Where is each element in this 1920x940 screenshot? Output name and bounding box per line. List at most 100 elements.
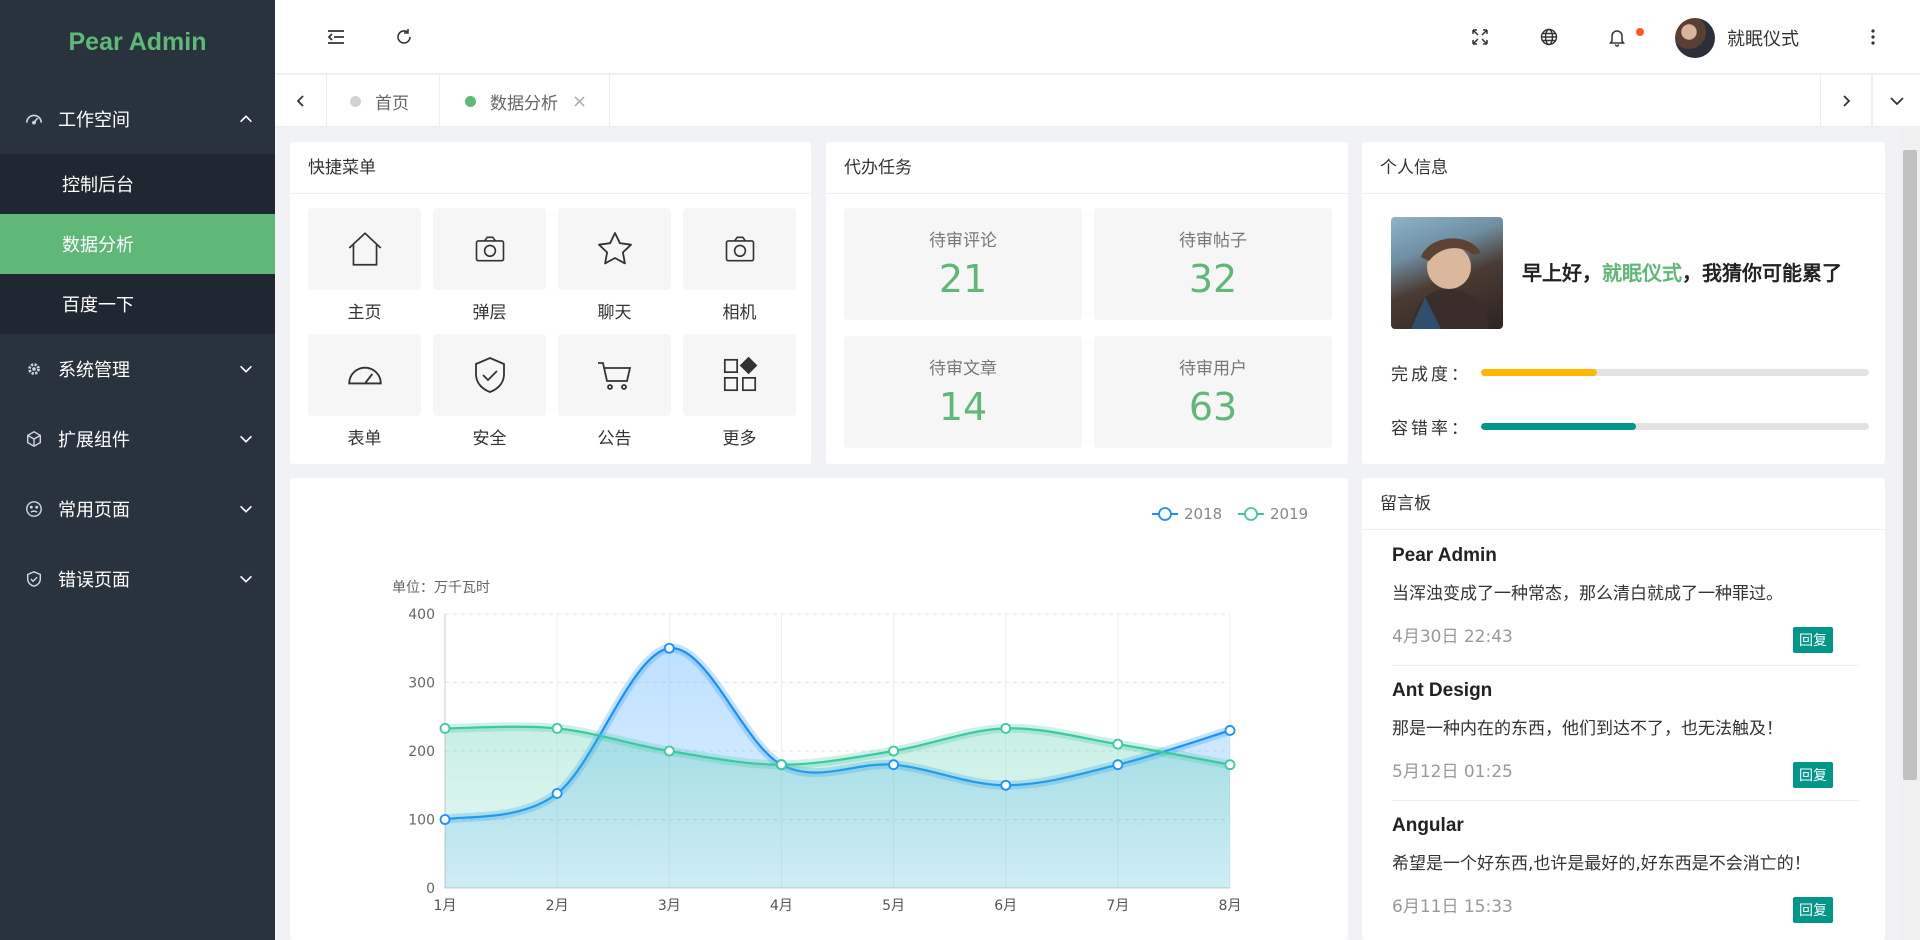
user-menu[interactable]: 就眠仪式 — [1675, 18, 1799, 58]
more-vertical-icon[interactable] — [1860, 24, 1886, 50]
message-date: 5月12日 01:25 — [1392, 762, 1513, 782]
quick-item-home[interactable]: 主页 — [308, 208, 421, 323]
greeting-prefix: 早上好， — [1522, 261, 1602, 285]
data-point-2019 — [663, 745, 675, 757]
quick-item-security[interactable]: 安全 — [433, 334, 546, 449]
card-title: 快捷菜单 — [290, 142, 811, 194]
quick-item-label: 相机 — [722, 303, 757, 323]
refresh-icon[interactable] — [391, 24, 417, 50]
menu-group-label: 系统管理 — [58, 360, 130, 381]
line-chart: 0 100 200 300 400 1月 2月 3月 4月 5月 6月 7月 8月 单位：万千瓦时 2018… — [392, 505, 1308, 914]
chevron-left-icon — [296, 95, 304, 107]
data-point-2018 — [439, 814, 451, 825]
task-item-pending-users[interactable]: 待审用户 63 — [1094, 336, 1332, 448]
task-count: 63 — [1188, 385, 1238, 429]
fullscreen-icon[interactable] — [1467, 24, 1493, 50]
reply-button[interactable]: 回复 — [1793, 897, 1833, 923]
collapse-menu-icon[interactable] — [323, 24, 349, 50]
menu-group-error-pages[interactable]: 错误页面 — [0, 544, 275, 614]
greeting-text: 早上好，就眠仪式，我猜你可能累了 — [1522, 257, 1842, 286]
quick-item-layer[interactable]: 弹层 — [433, 208, 546, 323]
tab-status-dot — [465, 95, 476, 107]
data-point-2019 — [776, 759, 787, 771]
tab-options-dropdown[interactable] — [1872, 75, 1920, 127]
card-title: 代办任务 — [826, 142, 1348, 194]
menu-group-extensions[interactable]: 扩展组件 — [0, 404, 275, 474]
y-tick-label: 200 — [408, 744, 435, 760]
quick-item-more[interactable]: 更多 — [683, 334, 796, 449]
error-rate-row: 容错率： — [1391, 414, 1869, 439]
quick-item-notice[interactable]: 公告 — [558, 334, 671, 449]
camera-icon — [475, 236, 504, 262]
message-item: Angular 希望是一个好东西,也许是最好的,好东西是不会消亡的！ 6月11日… — [1392, 801, 1859, 936]
chevron-up-icon — [240, 115, 252, 123]
apps-icon — [723, 356, 757, 392]
quick-item-label: 主页 — [347, 303, 382, 323]
tab-status-dot — [350, 95, 361, 107]
tab-bar: 首页 数据分析 × — [275, 75, 1920, 127]
task-label: 待审用户 — [1179, 359, 1247, 379]
globe-icon[interactable] — [1536, 24, 1562, 50]
task-item-pending-articles[interactable]: 待审文章 14 — [844, 336, 1082, 448]
greeting-user-name: 就眠仪式 — [1602, 261, 1682, 285]
x-tick-label: 8月 — [1219, 898, 1242, 914]
data-point-2018 — [1112, 759, 1124, 771]
scrollbar-thumb[interactable] — [1903, 150, 1917, 780]
task-label: 待审帖子 — [1179, 231, 1247, 251]
legend-marker-2018 — [1158, 507, 1172, 521]
sidebar-item-baidu[interactable]: 百度一下 — [0, 274, 275, 334]
close-icon[interactable]: × — [572, 91, 587, 112]
data-point-2018 — [1224, 725, 1236, 736]
app-logo[interactable]: Pear Admin — [0, 0, 275, 84]
shield-check-icon — [24, 569, 44, 589]
sidebar-item-console[interactable]: 控制后台 — [0, 154, 275, 214]
y-tick-label: 0 — [426, 881, 435, 897]
message-item: Ant Design 那是一种内在的东西，他们到达不了，也无法触及！ 5月12日… — [1392, 666, 1859, 801]
user-name: 就眠仪式 — [1727, 29, 1799, 50]
task-item-pending-posts[interactable]: 待审帖子 32 — [1094, 208, 1332, 320]
card-title: 留言板 — [1362, 478, 1885, 530]
quick-item-label: 更多 — [722, 429, 757, 449]
quick-item-label: 公告 — [597, 429, 632, 449]
tasks-card: 代办任务 待审评论 21 待审帖子 32 待审文章 14 待审用户 63 — [826, 142, 1348, 464]
menu-group-label: 工作空间 — [58, 110, 130, 131]
chart-card: 0 100 200 300 400 1月 2月 3月 4月 5月 6月 7月 8月 单位：万千瓦时 2018… — [290, 478, 1348, 940]
chevron-down-icon — [240, 435, 252, 443]
chevron-down-icon — [240, 365, 252, 373]
message-date: 6月11日 15:33 — [1392, 897, 1513, 917]
menu-group-workspace[interactable]: 工作空间 — [0, 84, 275, 154]
completion-progress-fill — [1481, 369, 1598, 376]
menu-group-label: 扩展组件 — [58, 430, 130, 451]
data-point-2019 — [1112, 738, 1124, 750]
message-content: 希望是一个好东西,也许是最好的,好东西是不会消亡的！ — [1392, 854, 1811, 874]
shield-check-icon — [474, 357, 505, 393]
tab-scroll-left[interactable] — [275, 75, 327, 127]
x-tick-label: 1月 — [434, 898, 457, 914]
quick-item-camera[interactable]: 相机 — [683, 208, 796, 323]
home-icon — [348, 232, 381, 266]
quick-item-form[interactable]: 表单 — [308, 334, 421, 449]
x-tick-label: 7月 — [1106, 898, 1129, 914]
menu-group-system[interactable]: 系统管理 — [0, 334, 275, 404]
reply-button[interactable]: 回复 — [1793, 762, 1833, 788]
chevron-down-icon — [240, 575, 252, 583]
tab-scroll-right[interactable] — [1820, 75, 1872, 127]
sidebar-item-data-analysis[interactable]: 数据分析 — [0, 214, 275, 274]
message-board-card: 留言板 Pear Admin 当浑浊变成了一种常态，那么清白就成了一种罪过。 4… — [1362, 478, 1885, 940]
data-point-2019 — [439, 722, 451, 734]
tab-home[interactable]: 首页 — [327, 75, 440, 127]
quick-item-label: 聊天 — [597, 303, 632, 323]
quick-item-chat[interactable]: 聊天 — [558, 208, 671, 323]
bell-icon[interactable] — [1604, 24, 1630, 50]
data-point-2019 — [888, 745, 899, 757]
page-scrollbar[interactable] — [1900, 128, 1920, 940]
y-tick-label: 100 — [408, 813, 435, 829]
sidebar: Pear Admin 工作空间 控制后台 数据分析 百度一下 系统管理 扩展组件… — [0, 0, 275, 940]
notification-dot — [1636, 28, 1644, 36]
reply-button[interactable]: 回复 — [1793, 627, 1833, 653]
menu-group-common-pages[interactable]: 常用页面 — [0, 474, 275, 544]
tab-data-analysis[interactable]: 数据分析 × — [445, 75, 611, 127]
task-count: 32 — [1188, 257, 1238, 301]
task-item-pending-comments[interactable]: 待审评论 21 — [844, 208, 1082, 320]
tasks-grid: 待审评论 21 待审帖子 32 待审文章 14 待审用户 63 — [844, 208, 1332, 448]
